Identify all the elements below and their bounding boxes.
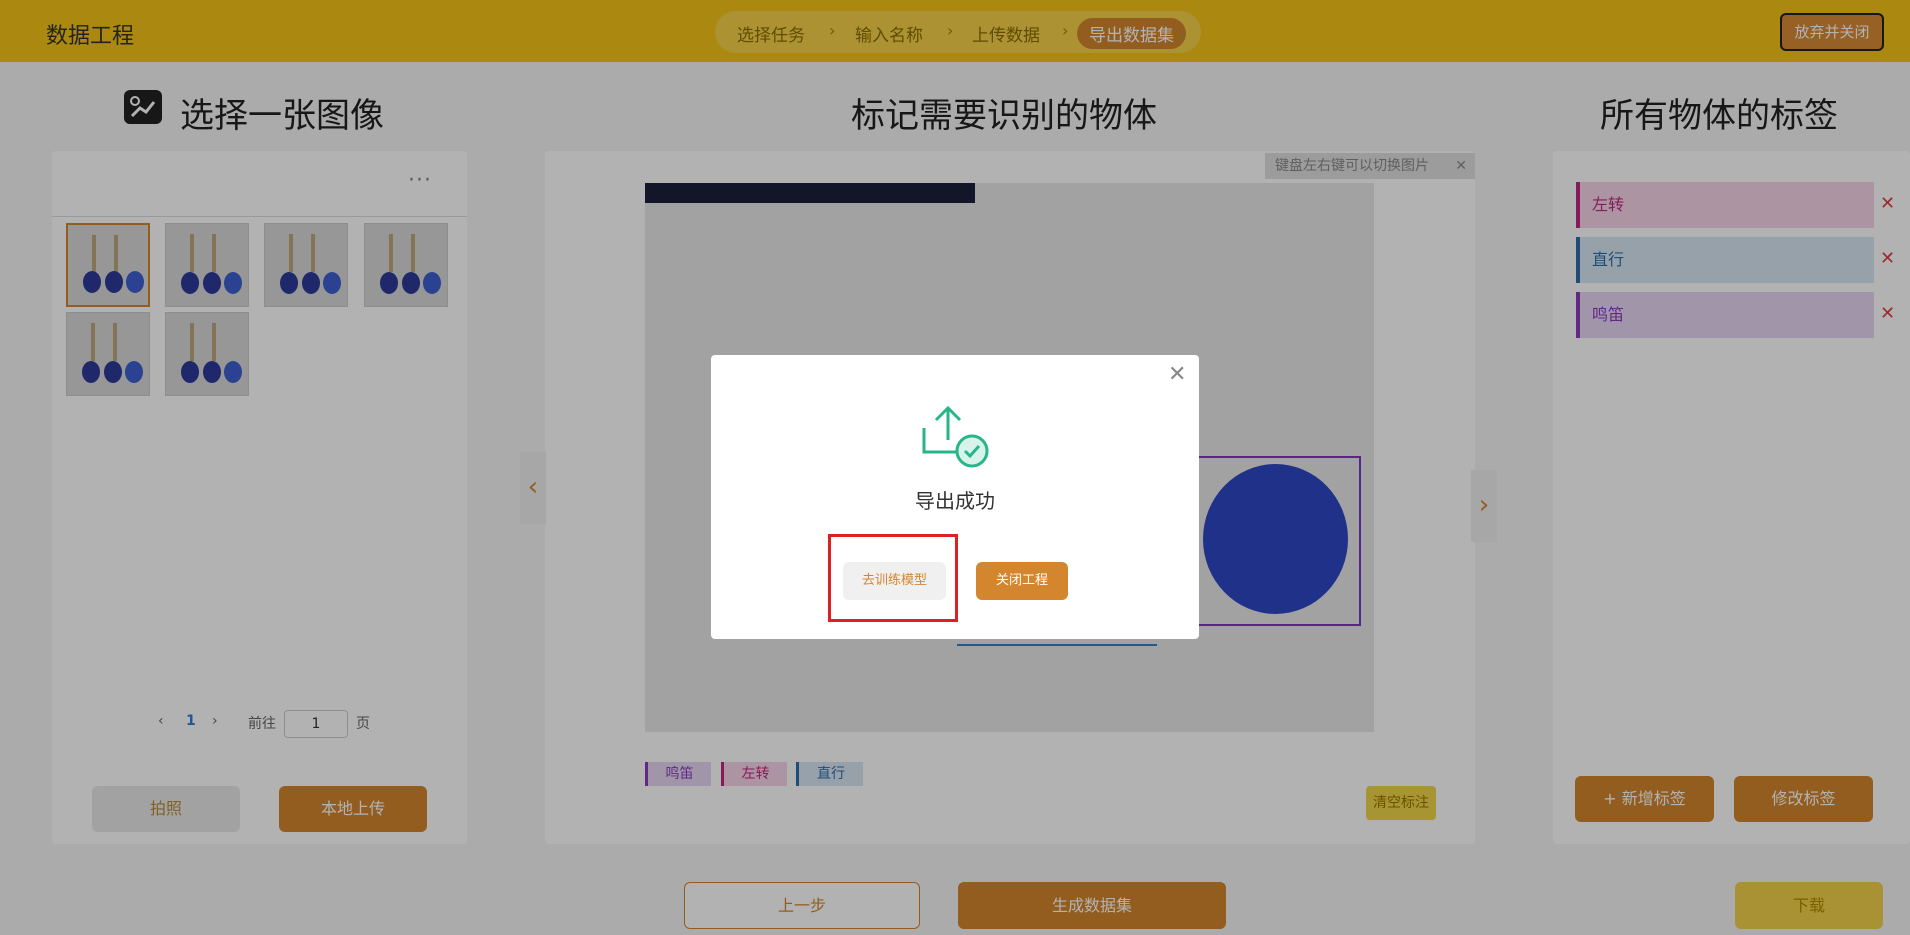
close-project-button[interactable]: 关闭工程 bbox=[976, 562, 1068, 600]
export-success-icon bbox=[916, 400, 996, 470]
modal-title: 导出成功 bbox=[915, 489, 995, 513]
modal-title-row: 导出成功 bbox=[0, 485, 1910, 514]
highlight-box bbox=[828, 534, 958, 622]
close-icon[interactable]: ✕ bbox=[1168, 362, 1186, 387]
app: 数据工程 选择任务 › 输入名称 › 上传数据 › 导出数据集 放弃并关闭 选择… bbox=[0, 0, 1910, 935]
